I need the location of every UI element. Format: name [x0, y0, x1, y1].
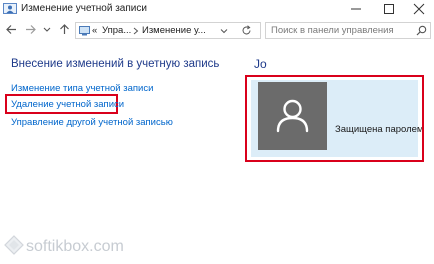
- search-input[interactable]: Поиск в панели управления: [265, 22, 431, 39]
- refresh-icon[interactable]: [241, 25, 252, 36]
- breadcrumb-overflow[interactable]: «: [92, 25, 97, 36]
- forward-button[interactable]: [24, 23, 37, 36]
- breadcrumb-item-control-panel[interactable]: Упра...: [102, 25, 131, 36]
- control-panel-icon: [79, 26, 90, 36]
- minimize-icon: [351, 8, 361, 10]
- navigation-bar: « Упра... Изменение у... Поиск в панели …: [0, 20, 434, 40]
- back-button[interactable]: [5, 23, 18, 36]
- account-name: Jo: [254, 57, 267, 71]
- forward-arrow-icon: [26, 25, 36, 34]
- breadcrumb-item-current[interactable]: Изменение у...: [142, 25, 206, 36]
- address-bar[interactable]: « Упра... Изменение у...: [75, 22, 261, 39]
- delete-account-link[interactable]: Удаление учетной записи: [11, 99, 124, 110]
- maximize-icon: [384, 4, 394, 14]
- user-accounts-icon: [3, 3, 17, 14]
- title-bar: Изменение учетной записи: [0, 0, 434, 20]
- change-account-type-link[interactable]: Изменение типа учетной записи: [11, 83, 153, 94]
- chevron-down-icon[interactable]: [220, 27, 228, 35]
- maximize-button[interactable]: [376, 0, 402, 18]
- search-placeholder: Поиск в панели управления: [271, 25, 394, 36]
- minimize-button[interactable]: [343, 0, 369, 18]
- page-heading: Внесение изменений в учетную запись: [11, 58, 220, 70]
- close-icon: [413, 3, 425, 15]
- back-arrow-icon: [6, 25, 16, 34]
- window-title: Изменение учетной записи: [21, 3, 147, 14]
- chevron-right-icon[interactable]: [133, 27, 139, 35]
- up-arrow-icon: [60, 24, 69, 34]
- watermark-logo-icon: [4, 235, 24, 255]
- search-icon[interactable]: [416, 25, 427, 36]
- recent-locations-dropdown[interactable]: [42, 23, 52, 36]
- manage-another-account-link[interactable]: Управление другой учетной записью: [11, 117, 173, 128]
- dropdown-icon: [43, 27, 51, 32]
- highlight-frame-account-card: [245, 75, 424, 162]
- close-button[interactable]: [406, 0, 432, 18]
- watermark-text: softikbox.com: [26, 238, 124, 255]
- up-button[interactable]: [58, 23, 71, 36]
